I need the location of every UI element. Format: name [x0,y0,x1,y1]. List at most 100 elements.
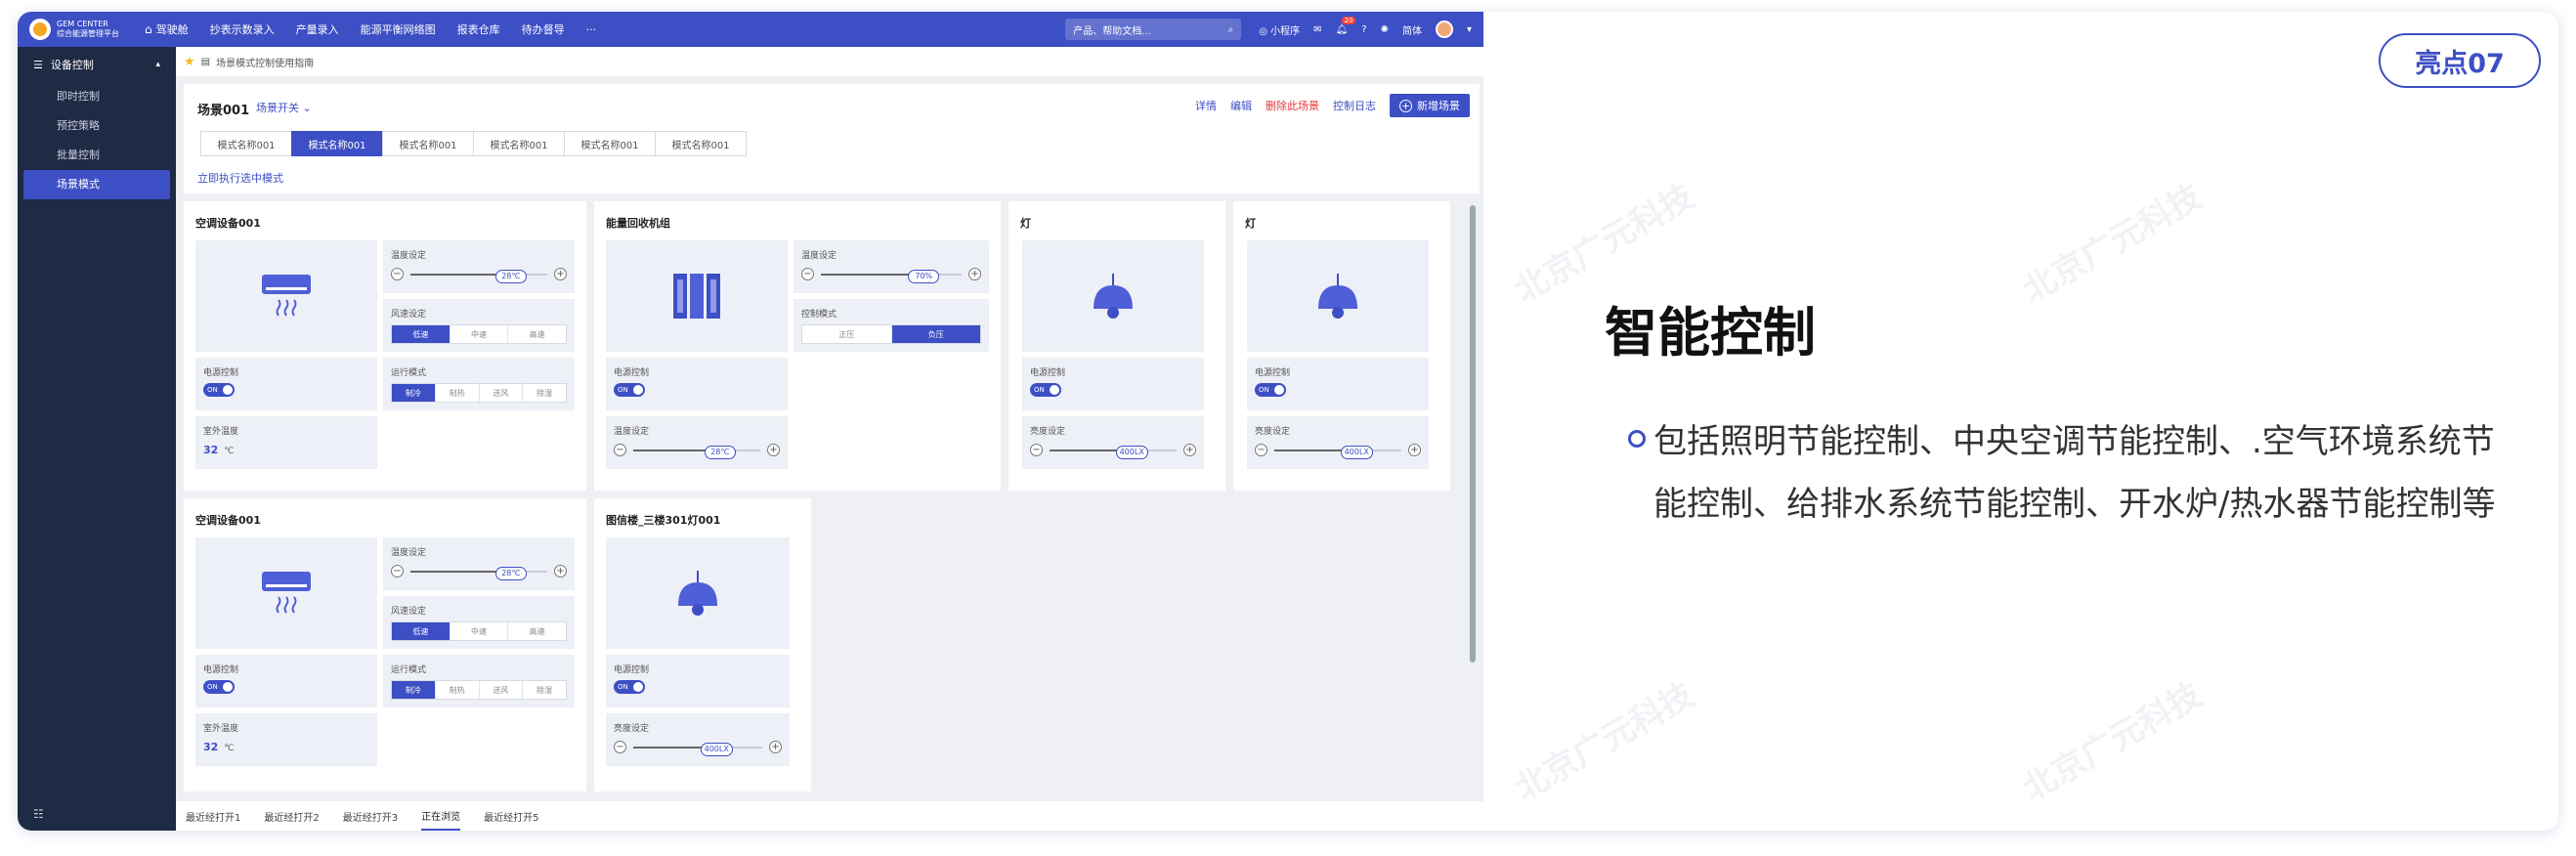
plus-icon[interactable]: + [1183,444,1196,456]
star-icon[interactable]: ★ [184,55,195,69]
nav-item-todo[interactable]: 待办督导 [522,21,565,37]
run-mode-panel: 运行模式 制冷 制热 送风 除湿 [383,655,575,707]
execute-mode-link[interactable]: 立即执行选中模式 [197,170,283,186]
run-mode-option[interactable]: 制冷 [392,681,436,699]
tab-mode-2[interactable]: 模式名称001 [291,131,383,156]
add-scene-button[interactable]: + 新增场景 [1390,94,1470,117]
brightness-slider[interactable]: − 400LX + [1030,444,1196,459]
nav-item-meter-entry[interactable]: 抄表示数录入 [210,21,275,37]
power-toggle[interactable]: ON [1030,383,1061,397]
tab-mode-1[interactable]: 模式名称001 [200,131,292,156]
fan-speed-option[interactable]: 高速 [508,325,566,343]
run-mode-option[interactable]: 制冷 [392,384,436,402]
sidebar-item-preset-strategy[interactable]: 预控策略 [18,111,176,141]
scene-switch-dropdown[interactable]: 场景开关 ⌄ [256,100,312,115]
sidebar-item-batch-control[interactable]: 批量控制 [18,141,176,170]
details-link[interactable]: 详情 [1195,98,1217,113]
slider-value[interactable]: 28℃ [494,270,527,283]
power-toggle[interactable]: ON [1255,383,1286,397]
temperature-slider[interactable]: − 28℃ + [391,565,567,580]
slider-value[interactable]: 28℃ [704,446,736,459]
nav-item-energy-balance[interactable]: 能源平衡网络图 [361,21,436,37]
power-toggle[interactable]: ON [614,383,645,397]
nav-item-reports[interactable]: 报表仓库 [457,21,500,37]
help-icon[interactable]: ? [1361,24,1366,35]
temperature-slider[interactable]: − 70% + [801,268,981,283]
run-mode-option[interactable]: 制热 [436,384,480,402]
tab-mode-4[interactable]: 模式名称001 [473,131,565,156]
control-log-link[interactable]: 控制日志 [1333,98,1376,113]
bell-icon[interactable]: 🔔︎ 20 [1336,16,1356,35]
brightness-slider[interactable]: − 400LX + [1255,444,1421,459]
recent-tab[interactable]: 最近经打开2 [264,803,319,830]
minus-icon[interactable]: − [1030,444,1043,456]
recent-tab-active[interactable]: 正在浏览 [421,802,461,831]
power-toggle[interactable]: ON [203,680,235,694]
power-toggle[interactable]: ON [614,680,645,694]
plus-icon[interactable]: + [767,444,780,456]
control-mode-panel: 控制模式 正压 负压 [794,299,989,352]
sidebar-group-device-control[interactable]: ☰ 设备控制 ▴ [18,47,176,82]
run-mode-option[interactable]: 送风 [480,384,524,402]
power-toggle[interactable]: ON [203,383,235,397]
run-mode-selector: 制冷 制热 送风 除湿 [391,383,567,403]
sidebar-item-scene-mode[interactable]: 场景模式 [23,170,170,199]
sidebar-item-instant-control[interactable]: 即时控制 [18,82,176,111]
fan-speed-option[interactable]: 中速 [451,622,509,640]
device-title: 灯 [1245,217,1256,230]
slider-value[interactable]: 400LX [700,743,733,756]
nav-item-output-entry[interactable]: 产量录入 [296,21,339,37]
slider-value[interactable]: 400LX [1340,446,1373,459]
slider-value[interactable]: 400LX [1115,446,1148,459]
tab-mode-3[interactable]: 模式名称001 [382,131,474,156]
recent-tab[interactable]: 最近经打开5 [484,803,538,830]
fan-speed-option[interactable]: 中速 [451,325,509,343]
temperature-slider[interactable]: − 28℃ + [391,268,567,283]
air-conditioner-icon [262,275,311,317]
message-icon[interactable]: ✉ [1313,24,1321,35]
run-mode-option[interactable]: 除湿 [523,681,566,699]
fan-speed-option[interactable]: 低速 [392,325,451,343]
recent-tab[interactable]: 最近经打开1 [186,803,240,830]
minus-icon[interactable]: − [614,741,626,753]
minus-icon[interactable]: − [614,444,626,456]
plus-icon[interactable]: + [554,268,567,280]
delete-scene-link[interactable]: 删除此场景 [1266,98,1319,113]
control-mode-option[interactable]: 负压 [891,325,980,343]
recent-tab[interactable]: 最近经打开3 [343,803,398,830]
language-switch[interactable]: 简体 [1402,22,1422,37]
tab-mode-6[interactable]: 模式名称001 [655,131,747,156]
minus-icon[interactable]: − [801,268,814,280]
fan-speed-option[interactable]: 低速 [392,622,451,640]
temperature-slider[interactable]: − 28℃ + [614,444,780,459]
minus-icon[interactable]: − [1255,444,1267,456]
run-mode-option[interactable]: 制热 [436,681,480,699]
collapse-sidebar-icon[interactable]: ☷ [33,807,44,821]
nav-more[interactable]: ··· [586,23,597,36]
minus-icon[interactable]: − [391,565,404,578]
run-mode-option[interactable]: 送风 [480,681,524,699]
brightness-slider[interactable]: − 400LX + [614,741,782,756]
tab-mode-5[interactable]: 模式名称001 [564,131,656,156]
minus-icon[interactable]: − [391,268,404,280]
run-mode-option[interactable]: 除湿 [523,384,566,402]
settings-icon[interactable]: ✺ [1381,24,1389,35]
slider-value[interactable]: 70% [908,270,940,283]
plus-icon[interactable]: + [1408,444,1421,456]
control-mode-option[interactable]: 正压 [802,325,892,343]
plus-icon[interactable]: + [769,741,782,753]
plus-icon[interactable]: + [554,565,567,578]
avatar[interactable] [1435,21,1453,38]
nav-item-cockpit[interactable]: ⌂ 驾驶舱 [145,21,189,37]
chevron-down-icon[interactable]: ▾ [1467,24,1472,35]
slider-value[interactable]: 28℃ [494,567,527,580]
breadcrumb-item[interactable]: 场景模式控制使用指南 [216,55,314,69]
edit-link[interactable]: 编辑 [1230,98,1252,113]
logo[interactable]: GEM CENTER 综合能源管理平台 [29,19,145,40]
fan-speed-option[interactable]: 高速 [508,622,566,640]
plus-icon[interactable]: + [968,268,981,280]
search-input[interactable]: 产品、帮助文档... ⌕ [1065,19,1242,40]
scrollbar[interactable] [1470,205,1476,663]
run-mode-panel: 运行模式 制冷 制热 送风 除湿 [383,358,575,410]
mini-program-link[interactable]: ◎ 小程序 [1259,22,1300,37]
